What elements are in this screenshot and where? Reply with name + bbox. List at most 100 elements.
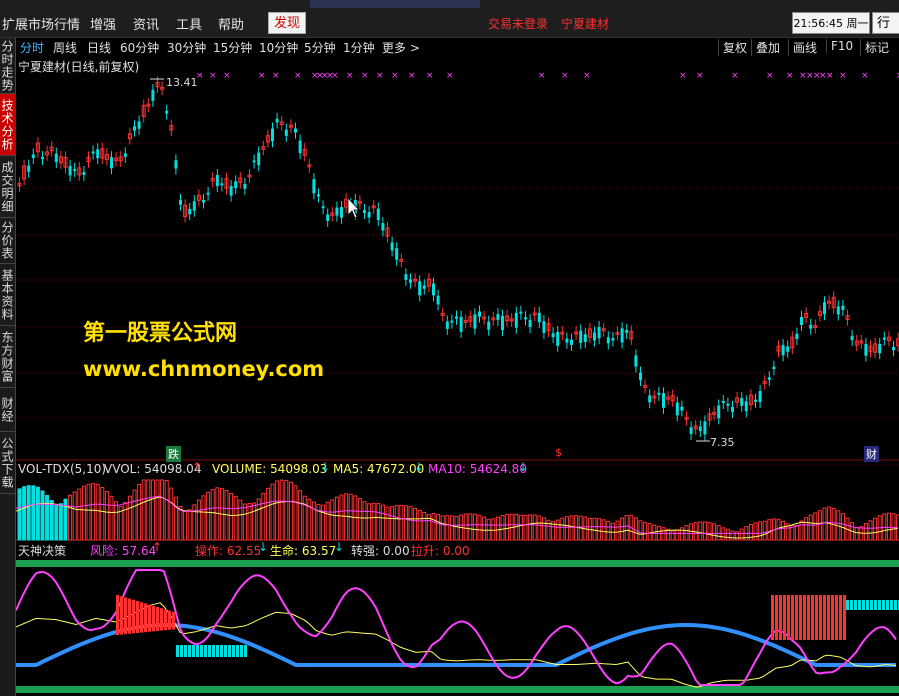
indicator-bar [188, 645, 191, 657]
period-weekly[interactable]: 周线 [53, 39, 77, 56]
mark-button[interactable]: 标记 [860, 39, 889, 56]
volume-bar [150, 479, 155, 541]
candle-body [91, 151, 95, 154]
f10-button[interactable]: F10 [826, 39, 853, 53]
volume-bar [54, 504, 59, 541]
restore-rights-button[interactable]: 复权 [718, 39, 747, 56]
volume-bar [776, 518, 781, 541]
overlay-button[interactable]: 叠加 [751, 39, 780, 56]
period-1min[interactable]: 1分钟 [343, 39, 375, 56]
period-5min[interactable]: 5分钟 [304, 39, 336, 56]
volume-bar [684, 525, 689, 541]
volume-bar [169, 487, 174, 541]
indicator-bar [874, 600, 877, 610]
event-cross: × [223, 71, 231, 81]
volume-bar [49, 500, 54, 541]
period-60min[interactable]: 60分钟 [120, 39, 159, 56]
menu-discover-button[interactable]: 发现 [268, 12, 306, 34]
menu-news[interactable]: 资讯 [133, 14, 159, 33]
candle-body [565, 338, 569, 343]
period-timeshare[interactable]: 分时 [20, 39, 44, 56]
period-daily[interactable]: 日线 [87, 39, 111, 56]
volume-bar [730, 530, 735, 541]
draw-line-button[interactable]: 画线 [788, 39, 817, 56]
menu-enhance[interactable]: 增强 [90, 14, 116, 33]
candle-body [367, 212, 371, 218]
tab-finance[interactable]: 财经 [0, 388, 16, 432]
indicator-turn-strong-value: 转强: 0.00 [351, 544, 410, 558]
candle-body [326, 214, 330, 221]
volume-bar [643, 522, 648, 541]
period-more[interactable]: 更多 > [382, 39, 420, 56]
volume-bar [334, 496, 339, 541]
down-arrow-icon: ↓ [334, 540, 345, 554]
quote-button[interactable]: 行情 [872, 12, 899, 53]
period-10min[interactable]: 10分钟 [259, 39, 298, 56]
volume-bar [863, 523, 868, 541]
volume-bar [808, 514, 813, 541]
indicator-bar [858, 600, 861, 610]
volume-bar [854, 526, 859, 541]
indicator-bar [835, 595, 838, 640]
indicator-bar [779, 595, 782, 640]
volume-bar [449, 515, 454, 541]
event-cross: × [839, 71, 847, 81]
candle-body [593, 332, 596, 341]
candle-body [220, 183, 224, 186]
tab-formula-download[interactable]: 公式下载 [0, 432, 16, 494]
menu-tools[interactable]: 工具 [176, 14, 202, 33]
volume-bar [155, 479, 160, 541]
indicator-bar [803, 595, 806, 640]
period-30min[interactable]: 30分钟 [167, 39, 206, 56]
marker-s: $ [555, 446, 562, 459]
indicator-operation-value: 操作: 62.55 [195, 544, 262, 558]
menu-help[interactable]: 帮助 [218, 14, 244, 33]
volume-bar [293, 485, 298, 541]
candle-body [215, 174, 219, 187]
event-cross: × [731, 71, 739, 81]
volume-bar [679, 527, 684, 541]
candle-body [321, 206, 325, 209]
clock-display: 21:56:45 周一 [792, 12, 870, 34]
tab-trade-detail[interactable]: 成交明细 [0, 156, 16, 218]
candle-body [432, 283, 435, 296]
indicator-bar [831, 595, 834, 640]
tab-basic-info[interactable]: 基本资料 [0, 264, 16, 326]
indicator-bar [843, 595, 846, 640]
menu-extended-market[interactable]: 扩展市场行情 [2, 14, 80, 33]
indicator-bar [148, 604, 151, 632]
candle-body [731, 406, 734, 412]
event-cross: × [561, 71, 569, 81]
volume-bar [555, 519, 560, 541]
indicator-bar [116, 595, 119, 635]
volume-bar [712, 523, 717, 541]
volume-bar [45, 494, 50, 541]
volume-bar [523, 514, 528, 541]
volume-bar [431, 512, 436, 541]
tab-timeshare[interactable]: 分时走势 [0, 38, 16, 94]
indicator-bar [220, 645, 223, 657]
volume-bar [564, 516, 569, 541]
window-title-strip [310, 0, 480, 8]
candle-body [726, 403, 730, 406]
tab-technical-analysis[interactable]: 技术分析 [0, 94, 16, 156]
candle-body [809, 324, 813, 329]
candle-body [519, 311, 523, 314]
event-cross: × [258, 71, 266, 81]
candle-body [662, 393, 665, 408]
volume-bar [610, 522, 615, 541]
event-cross: × [679, 71, 687, 81]
candle-body [795, 333, 799, 340]
tab-eastmoney[interactable]: 东方财富 [0, 326, 16, 388]
candle-body [31, 154, 35, 159]
indicator-bar [819, 595, 822, 640]
period-15min[interactable]: 15分钟 [213, 39, 252, 56]
volume-bar [233, 496, 238, 541]
volume-bar [95, 483, 100, 541]
down-arrow-icon: ↓ [414, 460, 425, 474]
tab-price-table[interactable]: 分价表 [0, 218, 16, 264]
event-cross: × [583, 71, 591, 81]
volume-bar [813, 512, 818, 541]
candle-body [455, 316, 458, 319]
volume-bar [81, 485, 86, 541]
